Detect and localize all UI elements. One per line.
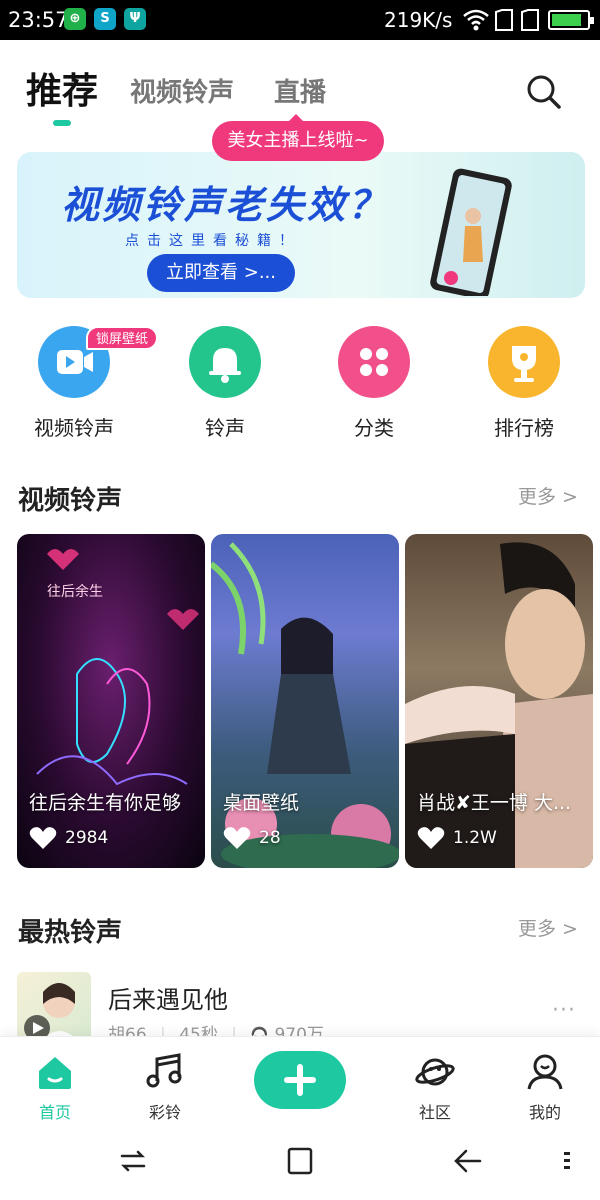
- blue-app-icon: S: [94, 8, 116, 30]
- hot-section-title: 最热铃声: [18, 918, 123, 948]
- song-cover[interactable]: [17, 972, 91, 1046]
- video-section-title: 视频铃声: [18, 486, 123, 516]
- nav-label: 社区: [418, 1103, 451, 1122]
- plus-icon: [284, 1064, 316, 1096]
- tab-video-ringtone[interactable]: 视频铃声: [130, 72, 234, 109]
- nav-home[interactable]: 首页: [15, 1053, 95, 1123]
- category-ranking[interactable]: 排行榜: [464, 326, 584, 441]
- category-classify[interactable]: 分类: [314, 326, 434, 441]
- grid-icon: [338, 326, 410, 398]
- back-icon[interactable]: [452, 1146, 482, 1176]
- planet-icon: [415, 1058, 455, 1086]
- nav-community[interactable]: 社区: [395, 1053, 475, 1123]
- likes-count: 1.2W: [453, 828, 497, 848]
- nav-profile[interactable]: 我的: [505, 1053, 585, 1123]
- heart-icon: [417, 827, 445, 849]
- wifi-icon: [463, 9, 489, 31]
- video-card-caption: 肖战✘王一博 大...: [417, 792, 572, 814]
- network-speed: 219K/s: [384, 8, 453, 32]
- video-card-likes: 28: [223, 826, 281, 850]
- hot-section-more-link[interactable]: 更多 >: [518, 914, 578, 941]
- heart-icon: [223, 827, 251, 849]
- category-label: 视频铃声: [34, 416, 114, 440]
- banner-cta-button[interactable]: 立即查看 >...: [147, 254, 295, 292]
- video-card[interactable]: 肖战✘王一博 大... 1.2W: [405, 534, 593, 868]
- status-time: 23:57: [8, 8, 69, 32]
- tab-indicator: [53, 120, 71, 126]
- music-note-icon: [146, 1053, 182, 1088]
- video-thumbnail: [211, 542, 399, 868]
- profile-icon: [527, 1054, 563, 1090]
- add-button[interactable]: [254, 1051, 346, 1109]
- video-thumbnail: 往后余生: [36, 549, 199, 786]
- video-card-caption: 往后余生有你足够: [29, 792, 182, 814]
- menu-dots-icon[interactable]: [560, 1146, 574, 1176]
- banner-subtitle: 点击这里看秘籍！: [125, 233, 301, 249]
- nav-label: 我的: [528, 1103, 561, 1122]
- phone-illustration: [430, 168, 512, 296]
- tab-live[interactable]: 直播: [274, 72, 326, 109]
- video-card-caption: 桌面壁纸: [223, 792, 300, 814]
- search-icon[interactable]: [524, 72, 564, 112]
- video-card[interactable]: 桌面壁纸 28: [211, 534, 399, 868]
- home-square-icon[interactable]: [286, 1146, 314, 1176]
- tab-recommend[interactable]: 推荐: [26, 62, 98, 114]
- likes-count: 2984: [65, 828, 109, 848]
- video-card-likes: 2984: [29, 826, 108, 850]
- video-card[interactable]: 往后余生 往后余生有你足够 2984: [17, 534, 205, 868]
- system-navigation: [0, 1128, 600, 1200]
- song-cover-image: [24, 983, 83, 1046]
- song-title[interactable]: 后来遇见他: [108, 980, 228, 1015]
- status-bar: 23:57 ⊕ S Ψ 219K/s: [0, 0, 600, 40]
- nav-label: 彩铃: [148, 1103, 181, 1122]
- category-label: 铃声: [205, 416, 245, 440]
- sim1-icon: [495, 9, 513, 31]
- home-icon: [39, 1057, 71, 1089]
- bottom-navigation: 首页 彩铃 社区 我的: [0, 1036, 600, 1128]
- promo-banner[interactable]: 视频铃声老失效？ 点击这里看秘籍！ 立即查看 >...: [17, 152, 585, 298]
- switch-app-icon[interactable]: [118, 1146, 148, 1176]
- song-more-options-icon[interactable]: ···: [552, 998, 576, 1023]
- category-ringtone[interactable]: 铃声: [165, 326, 285, 441]
- banner-title: 视频铃声老失效？: [61, 183, 390, 227]
- trophy-icon: [488, 326, 560, 398]
- heart-icon: [29, 827, 57, 849]
- likes-count: 28: [259, 828, 281, 848]
- live-promo-bubble[interactable]: 美女主播上线啦~: [212, 114, 384, 161]
- battery-icon: [548, 10, 594, 30]
- bell-icon: [189, 326, 261, 398]
- svg-text:往后余生: 往后余生: [47, 583, 103, 600]
- lockscreen-wallpaper-badge: 锁屏壁纸: [86, 326, 159, 350]
- video-card-likes: 1.2W: [417, 826, 497, 850]
- green-app-icon: ⊕: [64, 8, 86, 30]
- sim2-icon: [521, 9, 539, 31]
- nav-color-ringtone[interactable]: 彩铃: [125, 1053, 205, 1123]
- nav-label: 首页: [38, 1103, 71, 1122]
- usb-icon: Ψ: [124, 8, 146, 30]
- video-thumbnail: [405, 542, 593, 868]
- category-label: 分类: [354, 416, 394, 440]
- video-section-more-link[interactable]: 更多 >: [518, 482, 578, 509]
- category-label: 排行榜: [494, 416, 554, 440]
